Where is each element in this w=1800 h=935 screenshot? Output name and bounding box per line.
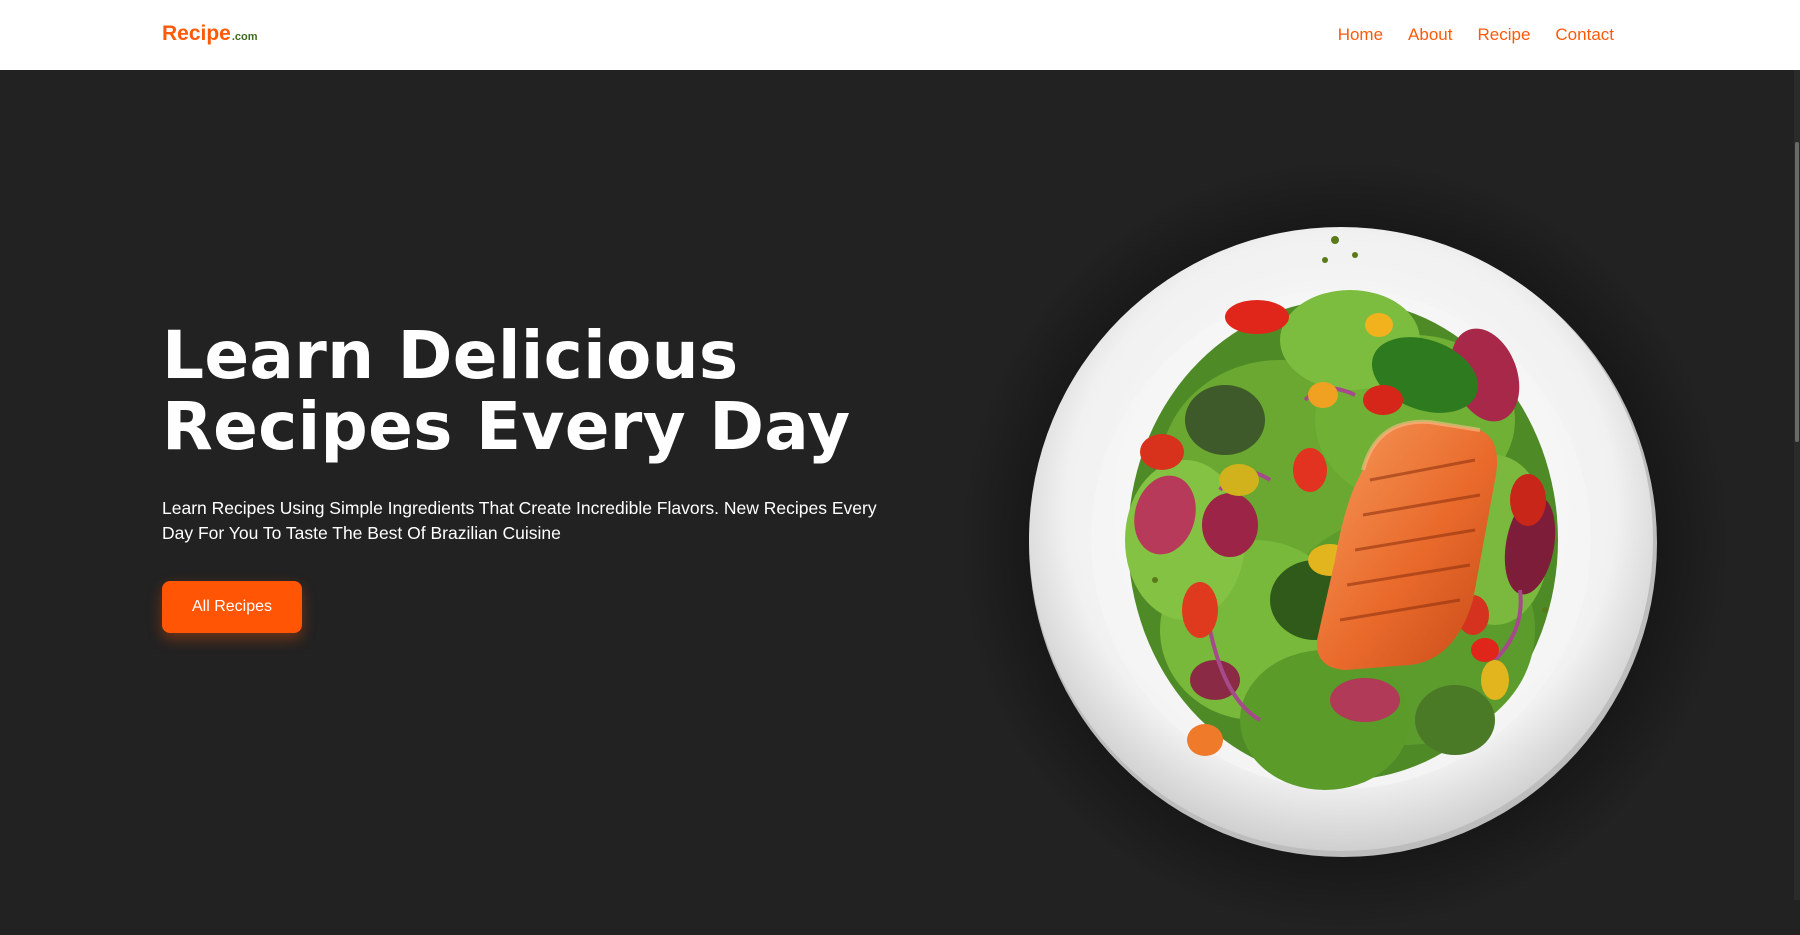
nav-contact-link[interactable]: Contact — [1555, 25, 1614, 45]
hero-subtitle: Learn Recipes Using Simple Ingredients T… — [162, 498, 877, 543]
all-recipes-button[interactable]: All Recipes — [162, 581, 302, 633]
site-logo[interactable]: Recipe .com — [162, 22, 258, 46]
nav-links: Home About Recipe Contact — [1338, 25, 1614, 45]
salmon-salad-plate-image — [1029, 227, 1657, 857]
nav-about-link[interactable]: About — [1408, 25, 1452, 45]
top-navbar: Recipe .com Home About Recipe Contact — [0, 0, 1800, 70]
logo-name: Recipe — [162, 22, 231, 45]
hero-title: Learn Delicious Recipes Every Day — [162, 317, 851, 465]
page-scrollbar[interactable] — [1794, 70, 1800, 900]
nav-recipe-link[interactable]: Recipe — [1477, 25, 1530, 45]
scrollbar-thumb[interactable] — [1795, 142, 1799, 442]
nav-home-link[interactable]: Home — [1338, 25, 1383, 45]
logo-suffix: .com — [231, 31, 258, 43]
